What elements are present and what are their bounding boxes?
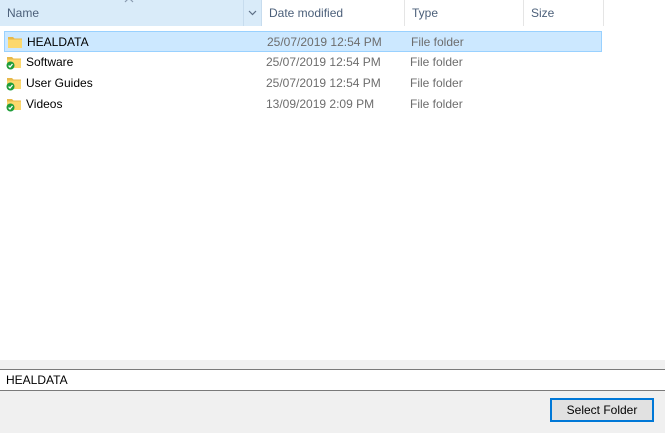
file-name: Software — [26, 55, 74, 69]
folder-name-input[interactable]: HEALDATA — [0, 369, 665, 391]
sync-check-icon — [6, 103, 15, 112]
file-date-modified: 25/07/2019 12:54 PM — [266, 76, 381, 90]
column-filter-dropdown[interactable] — [243, 0, 261, 26]
file-row[interactable]: HEALDATA 25/07/2019 12:54 PM File folder — [4, 31, 602, 52]
column-header-type[interactable]: Type — [405, 0, 524, 26]
folder-icon — [6, 57, 21, 70]
file-type: File folder — [410, 76, 463, 90]
chevron-down-icon — [248, 10, 257, 16]
file-type: File folder — [410, 97, 463, 111]
folder-icon — [8, 37, 22, 48]
file-date-modified: 25/07/2019 12:54 PM — [266, 55, 381, 69]
folder-icon — [6, 99, 21, 112]
column-header-type-label: Type — [412, 6, 439, 20]
file-type: File folder — [411, 35, 464, 49]
column-header-bar: Name Date modified Type Size — [0, 0, 665, 26]
column-header-name[interactable]: Name — [0, 0, 262, 26]
file-name: Videos — [26, 97, 63, 111]
sync-check-icon — [6, 61, 15, 70]
column-header-date-label: Date modified — [269, 6, 344, 20]
dialog-footer: HEALDATA Select Folder — [0, 360, 665, 433]
select-folder-button[interactable]: Select Folder — [550, 398, 654, 422]
file-name: User Guides — [26, 76, 93, 90]
file-row[interactable]: Software 25/07/2019 12:54 PM File folder — [4, 52, 602, 73]
sort-ascending-icon — [124, 0, 134, 3]
column-header-size[interactable]: Size — [524, 0, 604, 26]
file-date-modified: 13/09/2019 2:09 PM — [266, 97, 375, 111]
column-header-date-modified[interactable]: Date modified — [262, 0, 405, 26]
file-row[interactable]: User Guides 25/07/2019 12:54 PM File fol… — [4, 73, 602, 94]
file-type: File folder — [410, 55, 463, 69]
file-name: HEALDATA — [27, 35, 89, 49]
sync-check-icon — [6, 82, 15, 91]
column-header-size-label: Size — [531, 6, 555, 20]
file-date-modified: 25/07/2019 12:54 PM — [267, 35, 382, 49]
folder-icon — [6, 78, 21, 91]
file-row[interactable]: Videos 13/09/2019 2:09 PM File folder — [4, 94, 602, 115]
column-header-name-label: Name — [7, 6, 40, 20]
